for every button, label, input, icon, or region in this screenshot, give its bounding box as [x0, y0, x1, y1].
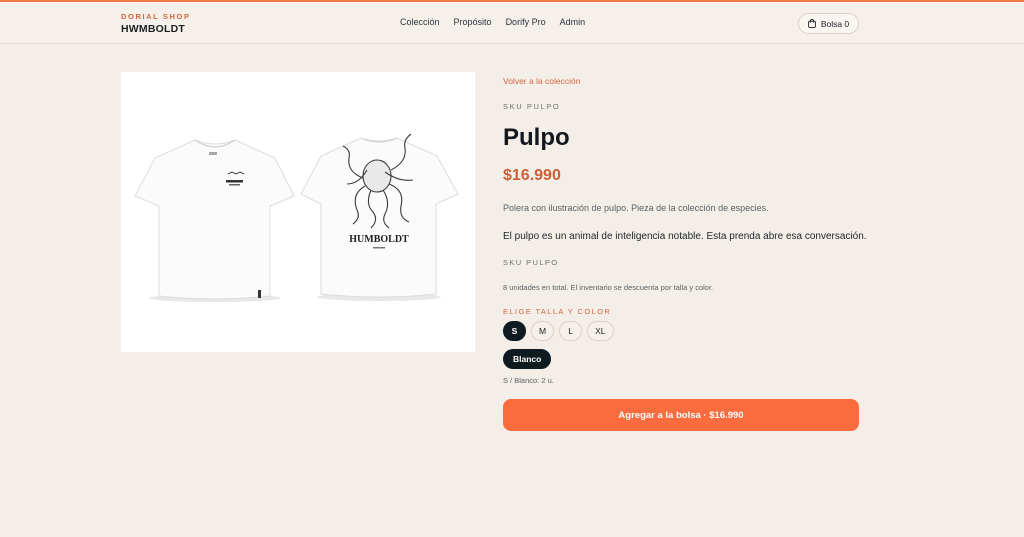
choose-size-color-label: ELIGE TALLA Y COLOR	[503, 307, 612, 316]
product-description-long: El pulpo es un animal de inteligencia no…	[503, 231, 867, 242]
nav-link-coleccion[interactable]: Colección	[400, 17, 440, 27]
product-title: Pulpo	[503, 124, 570, 151]
shopping-bag-icon	[807, 19, 816, 28]
main-nav: Colección Propósito Dorify Pro Admin	[400, 17, 585, 27]
size-options: S M L XL	[503, 321, 614, 341]
brand-subtitle: DORIAL SHOP	[121, 12, 191, 21]
nav-link-proposito[interactable]: Propósito	[454, 17, 492, 27]
size-option-xl[interactable]: XL	[587, 321, 614, 341]
add-to-bag-button[interactable]: Agregar a la bolsa · $16.990	[503, 399, 859, 431]
color-options: Blanco	[503, 349, 552, 369]
tshirt-image: HUMBOLDT	[134, 133, 459, 302]
back-to-collection-link[interactable]: Volver a la colección	[503, 76, 581, 86]
product-description-short: Polera con ilustración de pulpo. Pieza d…	[503, 203, 769, 213]
product-image: HUMBOLDT	[121, 72, 475, 352]
nav-link-admin[interactable]: Admin	[560, 17, 586, 27]
tshirt-print-text: HUMBOLDT	[349, 234, 409, 245]
site-header: DORIAL SHOP HWMBOLDT Colección Propósito…	[0, 2, 1024, 44]
sku-label: SKU PULPO	[503, 102, 561, 111]
nav-link-dorify-pro[interactable]: Dorify Pro	[506, 17, 546, 27]
size-option-m[interactable]: M	[531, 321, 555, 341]
stock-note: S / Blanco: 2 u.	[503, 376, 554, 385]
product-price: $16.990	[503, 167, 561, 184]
inventory-note: 8 unidades en total. El inventario se de…	[503, 283, 714, 292]
size-option-l[interactable]: L	[559, 321, 583, 341]
sku-secondary-label: SKU PULPO	[503, 258, 559, 267]
bag-button[interactable]: Bolsa 0	[798, 13, 859, 34]
brand[interactable]: DORIAL SHOP HWMBOLDT	[121, 12, 191, 35]
bag-label: Bolsa 0	[820, 18, 850, 29]
size-option-s[interactable]: S	[503, 321, 526, 341]
brand-name: HWMBOLDT	[121, 23, 186, 35]
color-option-blanco[interactable]: Blanco	[503, 349, 552, 369]
